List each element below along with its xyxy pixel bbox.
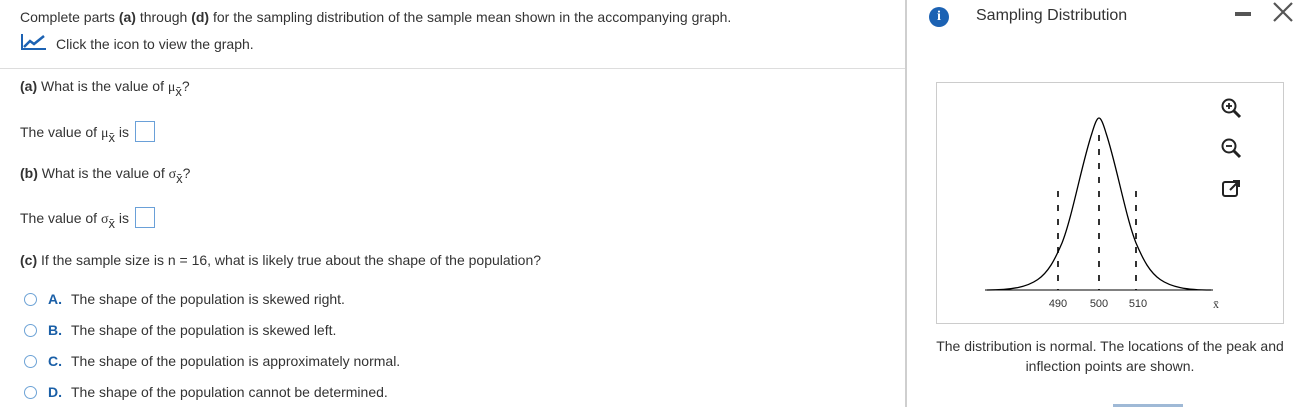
view-graph-link[interactable]: Click the icon to view the graph. (20, 33, 254, 54)
option-a-letter: A. (48, 291, 62, 307)
part-a-label: (a) (20, 78, 38, 94)
option-a[interactable]: A. The shape of the population is skewed… (24, 291, 345, 307)
zoom-out-icon[interactable] (1220, 137, 1242, 159)
intro-part-d: (d) (191, 9, 210, 25)
option-b-letter: B. (48, 322, 62, 338)
part-b-question-mark: ? (182, 165, 191, 181)
intro-text-pre: Complete parts (20, 9, 119, 25)
part-b-answer-input[interactable] (134, 207, 155, 228)
intro-text-mid: through (135, 9, 192, 25)
radio-d[interactable] (24, 385, 37, 399)
intro-part-a: (a) (118, 9, 136, 25)
question-pane: Complete parts (a) through (d) for the s… (0, 0, 905, 407)
info-icon: i (929, 7, 949, 27)
option-c[interactable]: C. The shape of the population is approx… (24, 353, 400, 369)
part-a-answer-pre: The value of (20, 124, 101, 140)
radio-c[interactable] (24, 354, 37, 368)
part-a-question-text: What is the value of (37, 78, 168, 94)
part-b-label: (b) (20, 165, 38, 181)
intro-text-post: for the sampling distribution of the sam… (209, 9, 732, 25)
panel-title: Sampling Distribution (976, 7, 1128, 24)
x-axis-label: x̄ (1213, 297, 1219, 311)
part-b-answer-post: is (114, 210, 129, 226)
part-a-question: (a) What is the value of μx̄? (20, 78, 190, 98)
part-c-question-text: If the sample size is n = 16, what is li… (37, 252, 542, 268)
part-a-question-mark: ? (181, 78, 190, 94)
option-d[interactable]: D. The shape of the population cannot be… (24, 384, 388, 400)
tick-label-500: 500 (1090, 298, 1108, 310)
option-c-letter: C. (48, 353, 62, 369)
tick-label-510: 510 (1129, 298, 1147, 310)
divider-line (0, 68, 905, 69)
option-a-text[interactable]: The shape of the population is skewed ri… (71, 291, 345, 307)
graph-caption: The distribution is normal. The location… (936, 338, 1284, 374)
part-b-question: (b) What is the value of σx̄? (20, 165, 191, 185)
part-a-answer-post: is (114, 124, 129, 140)
zoom-in-icon[interactable] (1220, 97, 1242, 119)
option-d-letter: D. (48, 384, 62, 400)
radio-a[interactable] (24, 292, 37, 306)
close-button[interactable] (1269, 0, 1297, 28)
part-a-answer-line: The value of μx̄ is (20, 121, 155, 144)
minimize-button[interactable] (1235, 12, 1251, 16)
part-b-answer-pre: The value of (20, 210, 101, 226)
intro-text: Complete parts (a) through (d) for the s… (20, 9, 731, 25)
part-a-answer-input[interactable] (134, 121, 155, 142)
open-new-window-icon[interactable] (1220, 178, 1242, 200)
part-b-answer-line: The value of σx̄ is (20, 207, 155, 230)
option-c-text[interactable]: The shape of the population is approxima… (71, 353, 400, 369)
option-b-text[interactable]: The shape of the population is skewed le… (71, 322, 336, 338)
option-b[interactable]: B. The shape of the population is skewed… (24, 322, 336, 338)
part-b-question-text: What is the value of (37, 165, 169, 181)
part-c-question: (c) If the sample size is n = 16, what i… (20, 252, 541, 268)
graph-icon[interactable] (20, 33, 48, 54)
close-icon[interactable] (1269, 0, 1297, 28)
radio-b[interactable] (24, 323, 37, 337)
tick-label-490: 490 (1049, 298, 1067, 310)
view-graph-label[interactable]: Click the icon to view the graph. (56, 36, 254, 52)
option-d-text[interactable]: The shape of the population cannot be de… (71, 384, 388, 400)
part-c-label: (c) (20, 252, 38, 268)
